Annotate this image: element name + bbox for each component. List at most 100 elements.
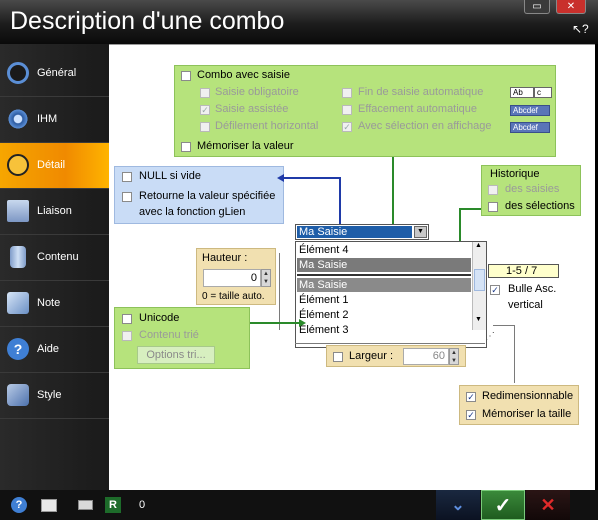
assisted-input-label: Saisie assistée	[215, 103, 289, 115]
bubble-scroll-checkbox[interactable]: ✓	[490, 285, 500, 295]
sidebar-item-detail[interactable]: Détail	[0, 143, 109, 189]
magnifier-icon	[7, 154, 29, 176]
height-input[interactable]: 0	[203, 269, 261, 287]
unicode-group: Unicode Contenu trié Options tri...	[114, 307, 250, 369]
width-input[interactable]: 60	[403, 348, 449, 365]
sample-text-c: c	[534, 87, 552, 98]
expand-button[interactable]: ⌄	[436, 490, 480, 520]
combo-preview-list: Élément 4 Ma Saisie Ma Saisie Élément 1 …	[295, 241, 487, 348]
sidebar-item-aide[interactable]: ? Aide	[0, 327, 109, 373]
help-button[interactable]: ?	[8, 490, 30, 520]
width-stepper[interactable]: ▲ ▼	[449, 348, 459, 365]
height-stepper[interactable]: ▲ ▼	[261, 269, 271, 287]
resize-connector-line	[493, 325, 515, 326]
remember-size-label: Mémoriser la taille	[482, 408, 572, 420]
database-icon	[7, 200, 29, 222]
sidebar-item-label: Contenu	[37, 251, 79, 263]
history-selections-checkbox[interactable]	[488, 202, 498, 212]
sample-text-erase: Abcdef	[510, 105, 550, 116]
selection-display-label: Avec sélection en affichage	[358, 120, 492, 132]
sidebar-item-label: Détail	[37, 159, 66, 171]
close-icon: ✕	[566, 1, 576, 12]
sort-options-button[interactable]: Options tri...	[137, 346, 215, 364]
history-separator	[297, 274, 471, 276]
combo-input-group: Combo avec saisie Saisie obligatoire ✓ S…	[174, 65, 556, 157]
ok-button[interactable]: ✓	[481, 490, 525, 520]
scroll-up-icon[interactable]: ▲	[475, 242, 482, 249]
height-group: Hauteur : 0 ▲ ▼ 0 = taille auto.	[196, 248, 276, 305]
cancel-button[interactable]: ✕	[526, 490, 570, 520]
auto-erase-label: Effacement automatique	[358, 103, 478, 115]
remember-size-checkbox[interactable]: ✓	[466, 410, 476, 420]
sidebar-item-liaison[interactable]: Liaison	[0, 189, 109, 235]
combo-input-checkbox[interactable]	[181, 71, 191, 81]
mail-button[interactable]	[74, 490, 96, 520]
connector-line	[461, 208, 481, 210]
sidebar: Général IHM Détail Liaison Contenu Note …	[0, 44, 109, 490]
combo-preview-field[interactable]: Ma Saisie ▼	[295, 224, 429, 240]
remember-value-label: Mémoriser la valeur	[197, 140, 294, 152]
screen-icon	[41, 498, 57, 512]
connector-arrow	[299, 319, 306, 327]
title-bar: Description d'une combo ▭ ✕ ↖?	[0, 0, 598, 44]
selection-display-checkbox[interactable]: ✓	[342, 122, 352, 132]
resize-grip-icon[interactable]: ⋰	[485, 331, 495, 343]
sidebar-item-contenu[interactable]: Contenu	[0, 235, 109, 281]
horizontal-scroll-checkbox[interactable]	[200, 122, 210, 132]
help-cursor-icon[interactable]: ↖?	[572, 22, 589, 36]
sidebar-item-general[interactable]: Général	[0, 51, 109, 97]
resize-group: ✓ Redimensionnable ✓ Mémoriser la taille	[459, 385, 579, 425]
close-window-button[interactable]: ✕	[556, 0, 586, 14]
assisted-input-checkbox[interactable]: ✓	[200, 105, 210, 115]
width-label: Largeur :	[349, 350, 394, 362]
report-icon: R	[105, 497, 121, 513]
resizable-checkbox[interactable]: ✓	[466, 392, 476, 402]
style-icon	[7, 384, 29, 406]
sidebar-item-style[interactable]: Style	[0, 373, 109, 419]
list-item[interactable]: Élément 3	[297, 323, 471, 337]
notebook-icon	[7, 292, 29, 314]
history-title: Historique	[490, 168, 540, 180]
sidebar-item-label: Liaison	[37, 205, 72, 217]
minimize-button[interactable]: ▭	[524, 0, 550, 14]
list-item[interactable]: Élément 2	[297, 308, 471, 322]
chevron-down-icon: ⌄	[451, 497, 465, 514]
auto-end-label: Fin de saisie automatique	[358, 86, 484, 98]
report-button[interactable]: R	[102, 490, 124, 520]
sorted-content-checkbox[interactable]	[122, 331, 132, 341]
history-inputs-checkbox[interactable]	[488, 185, 498, 195]
return-value-checkbox[interactable]	[122, 192, 132, 202]
sample-text-ab: Ab	[510, 87, 534, 98]
scroll-down-icon[interactable]: ▼	[475, 316, 482, 323]
sidebar-item-ihm[interactable]: IHM	[0, 97, 109, 143]
chevron-down-icon[interactable]: ▼	[414, 226, 427, 238]
return-value-label-line2: avec la fonction gLien	[139, 206, 246, 218]
bubble-scroll-label-line2: vertical	[508, 299, 543, 311]
screenshot-button[interactable]	[38, 490, 60, 520]
list-item[interactable]: Ma Saisie	[297, 278, 471, 292]
connector-line	[284, 177, 341, 179]
unicode-label: Unicode	[139, 312, 180, 324]
list-item[interactable]: Ma Saisie	[297, 258, 471, 272]
width-checkbox[interactable]	[333, 352, 343, 362]
auto-end-checkbox[interactable]	[342, 88, 352, 98]
return-value-label: Retourne la valeur spécifiée	[139, 190, 276, 202]
bubble-counter: 1-5 / 7	[488, 264, 559, 278]
null-if-empty-checkbox[interactable]	[122, 172, 132, 182]
detail-panel: Combo avec saisie Saisie obligatoire ✓ S…	[109, 44, 595, 490]
list-item[interactable]: Élément 1	[297, 293, 471, 307]
required-input-checkbox[interactable]	[200, 88, 210, 98]
list-scrollbar[interactable]: ▲ ▼	[472, 242, 486, 330]
connector-line	[339, 177, 341, 225]
remember-value-checkbox[interactable]	[181, 142, 191, 152]
help-icon: ?	[7, 338, 29, 360]
sidebar-item-label: Aide	[37, 343, 60, 355]
height-label: Hauteur :	[202, 252, 248, 264]
circle-ring-icon	[7, 62, 29, 84]
unicode-checkbox[interactable]	[122, 314, 132, 324]
minimize-icon: ▭	[532, 1, 542, 12]
auto-erase-checkbox[interactable]	[342, 105, 352, 115]
scroll-thumb[interactable]	[474, 269, 485, 291]
sidebar-item-note[interactable]: Note	[0, 281, 109, 327]
list-item[interactable]: Élément 4	[297, 243, 471, 257]
